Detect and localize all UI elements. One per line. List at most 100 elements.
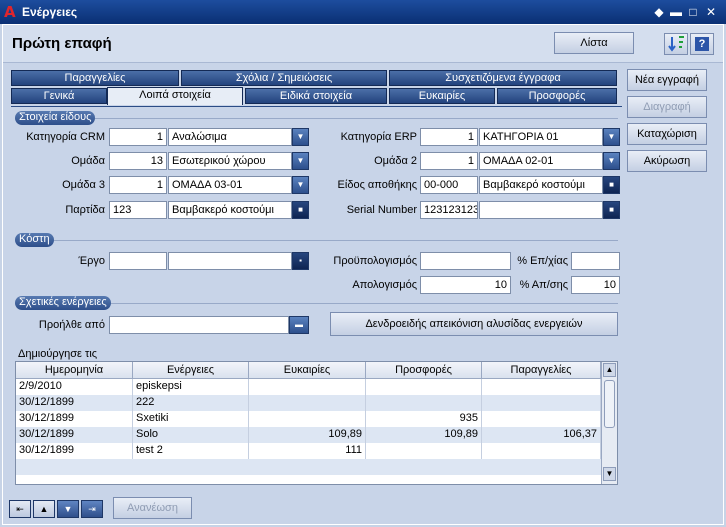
grid-cell-date: 30/12/1899 — [16, 427, 133, 443]
pct-real-label: % Απ/σης — [519, 279, 568, 291]
grid-cell-action: Solo — [133, 427, 249, 443]
table-row[interactable]: 30/12/1899 test 2 111 — [16, 443, 601, 459]
refresh-button[interactable]: Ανανέωση — [113, 497, 192, 519]
tab-orders[interactable]: Παραγγελίες — [11, 70, 179, 86]
group2-name[interactable]: ΟΜΑΔΑ 02-01 — [479, 152, 603, 170]
app-logo-icon: A — [4, 3, 16, 21]
grid-cell-offers: 109,89 — [366, 427, 482, 443]
tab-other-details[interactable]: Λοιπά στοιχεία — [107, 87, 243, 105]
table-row[interactable]: 30/12/1899 Solo 109,89 109,89 106,37 — [16, 427, 601, 443]
grid-cell-offers — [366, 443, 482, 459]
grid-cell-opportunities — [249, 379, 366, 395]
pin-icon[interactable]: ◆ — [652, 6, 666, 18]
scroll-thumb[interactable] — [604, 380, 615, 428]
origin-field[interactable] — [109, 316, 289, 334]
actions-grid[interactable]: Ημερομηνία Ενέργειες Ευκαιρίες Προσφορές… — [15, 361, 618, 485]
budget-field[interactable] — [420, 252, 511, 270]
group3-code[interactable]: 1 — [109, 176, 167, 194]
warehouse-item-name[interactable]: Βαμβακερό κοστούμι — [479, 176, 603, 194]
group2-dropdown-icon[interactable]: ▼ — [603, 152, 620, 170]
grid-header-actions[interactable]: Ενέργειες — [133, 362, 249, 379]
serial-number-name[interactable] — [479, 201, 603, 219]
actual-label: Απολογισμός — [352, 279, 417, 291]
table-row[interactable]: 30/12/1899 222 — [16, 395, 601, 411]
maximize-icon[interactable]: □ — [686, 6, 700, 18]
warehouse-item-label: Είδος αποθήκης — [337, 179, 417, 191]
grid-cell-action: episkepsi — [133, 379, 249, 395]
crm-category-name[interactable]: Αναλώσιμα — [168, 128, 292, 146]
batch-code[interactable]: 123 — [109, 201, 167, 219]
project-name[interactable] — [168, 252, 292, 270]
pct-exec-label: % Επ/χίας — [517, 255, 568, 267]
batch-name[interactable]: Βαμβακερό κοστούμι — [168, 201, 292, 219]
section-divider — [15, 240, 618, 241]
grid-scrollbar[interactable]: ▲ ▼ — [601, 362, 617, 484]
grid-header-date[interactable]: Ημερομηνία — [16, 362, 133, 379]
tree-view-button[interactable]: Δενδροειδής απεικόνιση αλυσίδας ενεργειώ… — [330, 312, 618, 336]
window-titlebar: A Ενέργειες ◆ ▬ □ ✕ — [0, 0, 726, 24]
section-item-details: Στοιχεία είδους — [15, 111, 96, 125]
grid-header-opportunities[interactable]: Ευκαιρίες — [249, 362, 366, 379]
warehouse-item-code[interactable]: 00-000 — [420, 176, 478, 194]
erp-category-code[interactable]: 1 — [420, 128, 478, 146]
tab-offers[interactable]: Προσφορές — [497, 88, 617, 104]
group-name[interactable]: Εσωτερικού χώρου — [168, 152, 292, 170]
erp-category-dropdown-icon[interactable]: ▼ — [603, 128, 620, 146]
grid-header-orders[interactable]: Παραγγελίες — [482, 362, 601, 379]
tab-comments[interactable]: Σχόλια / Σημειώσεις — [181, 70, 387, 86]
serial-number-lookup-icon[interactable]: ■ — [603, 201, 620, 219]
budget-label: Προϋπολογισμός — [333, 255, 417, 267]
crm-category-code[interactable]: 1 — [109, 128, 167, 146]
table-row[interactable]: 30/12/1899 Sxetiki 935 — [16, 411, 601, 427]
help-icon[interactable]: ? — [690, 33, 714, 55]
grid-cell-orders — [482, 379, 601, 395]
list-button[interactable]: Λίστα — [554, 32, 634, 54]
grid-cell-action: Sxetiki — [133, 411, 249, 427]
grid-cell-date: 2/9/2010 — [16, 379, 133, 395]
close-icon[interactable]: ✕ — [704, 6, 718, 18]
group3-name[interactable]: ΟΜΑΔΑ 03-01 — [168, 176, 292, 194]
group-code[interactable]: 13 — [109, 152, 167, 170]
previous-record-icon[interactable]: ▲ — [33, 500, 55, 518]
group2-code[interactable]: 1 — [420, 152, 478, 170]
project-label: Έργο — [78, 255, 105, 267]
group3-dropdown-icon[interactable]: ▼ — [292, 176, 309, 194]
project-code[interactable] — [109, 252, 167, 270]
first-record-icon[interactable]: ⇤ — [9, 500, 31, 518]
delete-button[interactable]: Διαγραφή — [627, 96, 707, 118]
actual-field[interactable]: 10 — [420, 276, 511, 294]
minimize-icon[interactable]: ▬ — [669, 6, 683, 18]
tab-related-documents[interactable]: Συσχετιζόμενα έγγραφα — [389, 70, 617, 86]
table-row[interactable]: 2/9/2010 episkepsi — [16, 379, 601, 395]
new-record-button[interactable]: Νέα εγγραφή — [627, 69, 707, 91]
section-related-actions: Σχετικές ενέργειες — [15, 296, 111, 310]
grid-cell-action: 222 — [133, 395, 249, 411]
group-label: Ομάδα — [71, 155, 105, 167]
project-lookup-icon[interactable]: ▪ — [292, 252, 309, 270]
warehouse-item-lookup-icon[interactable]: ■ — [603, 176, 620, 194]
grid-cell-offers — [366, 395, 482, 411]
page-title: Πρώτη επαφή — [12, 35, 112, 52]
serial-number-code[interactable]: 123123123 — [420, 201, 478, 219]
last-record-icon[interactable]: ⇥ — [81, 500, 103, 518]
grid-cell-orders — [482, 411, 601, 427]
save-button[interactable]: Καταχώριση — [627, 123, 707, 145]
next-record-icon[interactable]: ▼ — [57, 500, 79, 518]
tab-general[interactable]: Γενικά — [11, 88, 107, 104]
crm-category-dropdown-icon[interactable]: ▼ — [292, 128, 309, 146]
origin-lookup-icon[interactable]: ▬ — [289, 316, 309, 334]
sort-icon[interactable] — [664, 33, 688, 55]
batch-lookup-icon[interactable]: ■ — [292, 201, 309, 219]
tab-opportunities[interactable]: Ευκαιρίες — [389, 88, 495, 104]
erp-category-name[interactable]: ΚΑΤΗΓΟΡΙΑ 01 — [479, 128, 603, 146]
tab-special-details[interactable]: Ειδικά στοιχεία — [245, 88, 387, 104]
group3-label: Ομάδα 3 — [62, 179, 105, 191]
grid-cell-action: test 2 — [133, 443, 249, 459]
scroll-up-icon[interactable]: ▲ — [603, 363, 616, 377]
cancel-button[interactable]: Ακύρωση — [627, 150, 707, 172]
group-dropdown-icon[interactable]: ▼ — [292, 152, 309, 170]
scroll-down-icon[interactable]: ▼ — [603, 467, 616, 481]
pct-exec-field[interactable] — [571, 252, 620, 270]
grid-header-offers[interactable]: Προσφορές — [366, 362, 482, 379]
pct-real-field[interactable]: 10 — [571, 276, 620, 294]
